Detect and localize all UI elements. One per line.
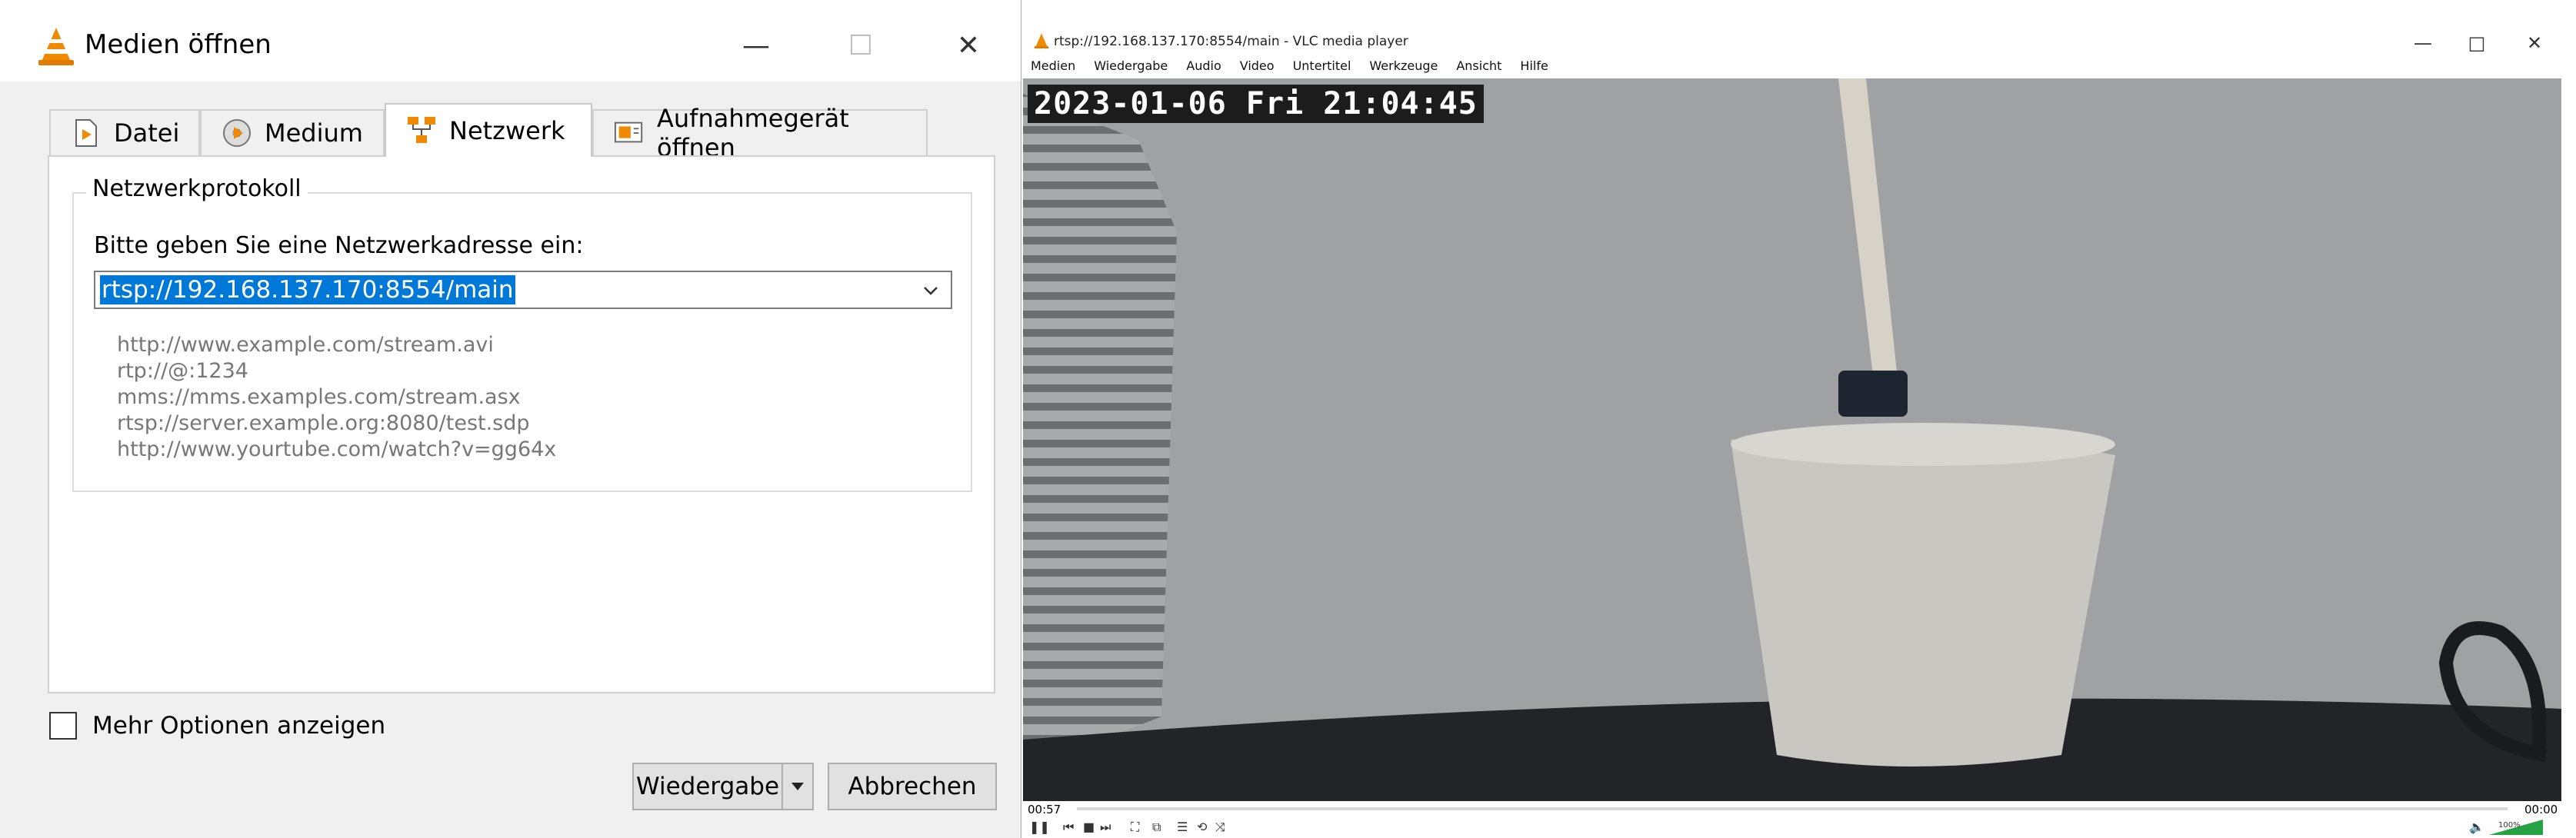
more-options-row[interactable]: Mehr Optionen anzeigen [49,712,385,740]
seek-slider[interactable] [1077,807,2508,810]
maximize-button[interactable]: ☐ [828,18,894,72]
play-options-dropdown[interactable] [781,763,814,810]
tab-netzwerk[interactable]: Netzwerk [385,103,592,157]
menu-werkzeuge[interactable]: Werkzeuge [1369,58,1438,78]
dialog-title: Medien öffnen [85,29,272,60]
open-media-dialog: Medien öffnen — ☐ ✕ Datei Medium Netzwer… [0,0,1021,838]
tab-aufnahmegeraet[interactable]: Aufnahmegerät öffnen [592,104,928,162]
tab-label: Aufnahmegerät öffnen [657,104,849,162]
vlc-logo-icon [1034,33,1049,48]
menu-audio[interactable]: Audio [1186,58,1221,78]
more-options-checkbox[interactable] [49,712,77,740]
group-title: Netzwerkprotokoll [86,175,308,202]
player-title: rtsp://192.168.137.170:8554/main - VLC m… [1054,34,1408,49]
shuffle-icon[interactable]: ⤨ [1215,820,1225,835]
player-minimize-button[interactable]: — [2400,28,2446,58]
capture-device-icon [614,118,645,148]
menu-hilfe[interactable]: Hilfe [1520,58,1548,78]
dialog-titlebar[interactable]: Medien öffnen — ☐ ✕ [0,0,1021,81]
file-icon [71,118,102,148]
remaining-time[interactable]: 00:00 [2524,803,2558,816]
seek-row: 00:57 00:00 [1023,801,2561,816]
example-url: rtp://@:1234 [117,359,248,383]
menu-untertitel[interactable]: Untertitel [1293,58,1351,78]
close-button[interactable]: ✕ [935,18,1001,72]
more-options-label: Mehr Optionen anzeigen [92,712,386,740]
pause-icon[interactable]: ❚❚ [1029,820,1050,835]
play-button[interactable]: Wiedergabe [632,763,783,810]
chevron-down-icon[interactable] [917,277,945,304]
playback-controls: ❚❚ ⏮ ■ ⏭ ⛶ ⧉ ☰ ⟲ ⤨ 🔈 100% [1023,816,2561,838]
elapsed-time: 00:57 [1028,803,1061,816]
playlist-icon[interactable]: ☰ [1177,820,1188,835]
disc-icon [222,118,252,148]
address-prompt: Bitte geben Sie eine Netzwerkadresse ein… [94,232,584,259]
network-icon [406,115,437,146]
stop-icon[interactable]: ■ [1083,820,1095,835]
network-address-combobox[interactable]: rtsp://192.168.137.170:8554/main [94,271,952,309]
tab-label: Medium [265,118,363,148]
menu-video[interactable]: Video [1240,58,1275,78]
player-menubar: Medien Wiedergabe Audio Video Untertitel… [1023,58,2576,78]
example-url: rtsp://server.example.org:8080/test.sdp [117,411,530,435]
minimize-button[interactable]: — [723,18,789,72]
tab-medium[interactable]: Medium [200,109,385,155]
player-close-button[interactable]: ✕ [2511,28,2558,58]
cancel-button[interactable]: Abbrechen [828,763,997,810]
network-protocol-group: Netzwerkprotokoll Bitte geben Sie eine N… [72,175,972,492]
next-icon[interactable]: ⏭ [1100,820,1111,835]
volume-label: 100% [2498,821,2521,830]
extended-settings-icon[interactable]: ⧉ [1152,820,1161,835]
network-tab-panel: Netzwerkprotokoll Bitte geben Sie eine N… [48,155,995,693]
tab-datei[interactable]: Datei [49,109,200,155]
player-maximize-button[interactable]: □ [2454,28,2500,58]
example-url: http://www.example.com/stream.avi [117,333,494,357]
example-url: http://www.yourtube.com/watch?v=gg64x [117,437,557,461]
example-url: mms://mms.examples.com/stream.asx [117,385,521,409]
triangle-down-icon [791,783,804,790]
loop-icon[interactable]: ⟲ [1197,820,1207,835]
network-address-input[interactable]: rtsp://192.168.137.170:8554/main [100,275,515,304]
tab-label: Netzwerk [449,116,565,145]
video-frame[interactable]: 2023-01-06 Fri 21:04:45 [1023,78,2561,801]
prev-icon[interactable]: ⏮ [1063,820,1074,835]
camera-timestamp-overlay: 2023-01-06 Fri 21:04:45 [1028,85,1484,123]
menu-ansicht[interactable]: Ansicht [1456,58,1501,78]
speaker-icon[interactable]: 🔈 [2469,820,2484,835]
menu-medien[interactable]: Medien [1031,58,1075,78]
camera-scene-image [1023,78,2561,801]
vlc-player-window: rtsp://192.168.137.170:8554/main - VLC m… [1023,0,2576,838]
vlc-logo-icon [38,28,74,65]
tab-label: Datei [114,118,180,148]
fullscreen-icon[interactable]: ⛶ [1131,820,1139,835]
player-titlebar[interactable]: rtsp://192.168.137.170:8554/main - VLC m… [1023,28,2576,55]
menu-wiedergabe[interactable]: Wiedergabe [1094,58,1168,78]
example-urls: http://www.example.com/stream.avi rtp://… [117,332,556,463]
